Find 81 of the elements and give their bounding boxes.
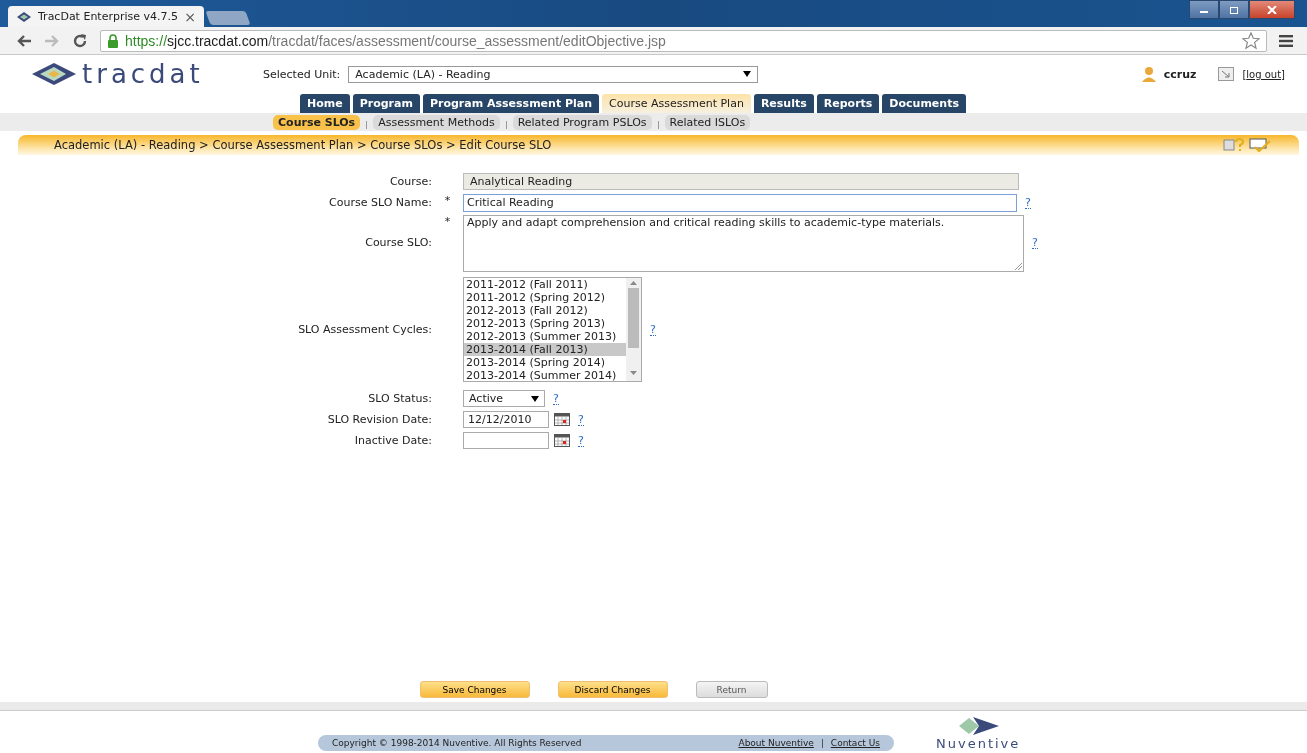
- name-input[interactable]: Critical Reading: [463, 193, 1017, 212]
- tab-title: TracDat Enterprise v4.7.5: [38, 10, 179, 23]
- tracdat-logo-icon: [30, 62, 78, 86]
- help-link[interactable]: ?: [578, 434, 584, 447]
- action-button[interactable]: Save Changes: [419, 681, 530, 698]
- close-icon: [1267, 5, 1277, 14]
- copyright-text: Copyright © 1998-2014 Nuventive. All Rights Reserved: [332, 738, 582, 748]
- list-option[interactable]: 2012-2013 (Fall 2012): [464, 304, 626, 317]
- list-option[interactable]: 2012-2013 (Summer 2013): [464, 330, 626, 343]
- bracket: ]: [1281, 68, 1285, 80]
- list-option[interactable]: 2013-2014 (Summer 2014): [464, 369, 626, 381]
- user-name: ccruz: [1163, 67, 1197, 81]
- maximize-icon: [1229, 5, 1239, 14]
- footer-link[interactable]: Contact Us: [821, 738, 880, 748]
- reload-icon[interactable]: [72, 32, 88, 49]
- logo-text: tracdat: [82, 59, 204, 89]
- tracdat-logo-icon: [16, 10, 32, 23]
- nav-tab[interactable]: Course Assessment Plan: [602, 94, 751, 113]
- field-label: SLO Status:: [367, 392, 432, 405]
- list-option[interactable]: 2011-2012 (Fall 2011): [464, 278, 626, 291]
- logout-icon[interactable]: [1218, 67, 1235, 81]
- sub-tab[interactable]: Assessment Methods: [373, 114, 500, 130]
- slo-textarea[interactable]: Apply and adapt comprehension and critical reading skills to academic-type materials.: [463, 215, 1024, 272]
- maximize-button[interactable]: [1219, 0, 1249, 19]
- calendar-icon[interactable]: [554, 413, 570, 426]
- bookmark-star-icon[interactable]: [1242, 31, 1260, 50]
- help-link[interactable]: ?: [578, 413, 584, 426]
- spellcheck-icon[interactable]: [1249, 138, 1271, 152]
- scrollbar[interactable]: [626, 278, 641, 381]
- list-option[interactable]: 2013-2014 (Fall 2013): [464, 343, 626, 356]
- sub-tab[interactable]: Course SLOs: [273, 114, 361, 130]
- caret-icon: [531, 395, 539, 402]
- field-label: SLO Assessment Cycles:: [297, 323, 432, 336]
- breadcrumb: Academic (LA) - Reading > Course Assessment Plan > Course SLOs > Edit Course SLO: [54, 138, 552, 152]
- list-option[interactable]: 2012-2013 (Spring 2013): [464, 317, 626, 330]
- nav-tab[interactable]: Program: [352, 94, 420, 113]
- required-mark: *: [444, 194, 451, 207]
- course-field: Analytical Reading: [463, 173, 1019, 190]
- list-option[interactable]: 2011-2012 (Spring 2012): [464, 291, 626, 304]
- unit-select[interactable]: Academic (LA) - Reading: [348, 65, 759, 83]
- lock-icon: [107, 33, 119, 48]
- nav-tab[interactable]: Program Assessment Plan: [422, 94, 600, 113]
- date-input[interactable]: 12/12/2010: [463, 411, 549, 428]
- resize-grip-icon: [1015, 263, 1022, 270]
- required-mark: *: [444, 215, 451, 228]
- minimize-button[interactable]: [1189, 0, 1219, 19]
- logo-text: Nuventive: [936, 736, 1021, 751]
- nav-tab[interactable]: Home: [300, 94, 350, 113]
- back-icon[interactable]: [16, 33, 32, 48]
- help-link[interactable]: ?: [650, 323, 656, 336]
- sub-tab[interactable]: Related Program PSLOs: [512, 114, 652, 130]
- action-button[interactable]: Discard Changes: [557, 681, 668, 698]
- action-button[interactable]: Return: [695, 681, 768, 698]
- address-bar[interactable]: https://sjcc.tracdat.com/tracdat/faces/assessment/course_assessment/editObjective.jsp: [100, 29, 1267, 52]
- close-button[interactable]: [1249, 0, 1295, 19]
- selected-unit-label: Selected Unit:: [263, 67, 341, 81]
- cycles-listbox[interactable]: 2011-2012 (Fall 2011) 2011-2012 (Spring 2012) 2012-2013 (Fall 2012) 2012-2013 (Spring 2013) 2012-2013 (Summer 2013) 2013-2014 (Fall 2013) 2013-2014 (Spring 2014) 2013-2014 (Summer 2014): [463, 277, 642, 382]
- field-label: Course SLO Name:: [328, 196, 432, 209]
- help-link[interactable]: ?: [1025, 196, 1031, 209]
- menu-icon[interactable]: [1279, 34, 1293, 47]
- help-link[interactable]: ?: [1032, 236, 1038, 249]
- field-label: Course SLO:: [364, 236, 432, 249]
- list-option[interactable]: 2013-2014 (Spring 2014): [464, 356, 626, 369]
- new-tab-button[interactable]: [205, 11, 251, 25]
- caret-icon: [743, 71, 752, 77]
- nav-tab[interactable]: Results: [753, 94, 814, 113]
- footer-link[interactable]: About Nuventive: [738, 738, 814, 748]
- status-select[interactable]: Active: [463, 390, 545, 407]
- sub-tab[interactable]: Related ISLOs: [664, 114, 751, 130]
- tab-close-button[interactable]: ×: [184, 8, 196, 25]
- field-label: Course:: [388, 175, 432, 188]
- field-label: Inactive Date:: [353, 434, 432, 447]
- help-link[interactable]: ?: [553, 392, 559, 405]
- calendar-icon[interactable]: [554, 434, 570, 447]
- field-label: SLO Revision Date:: [326, 413, 432, 426]
- nav-tab[interactable]: Documents: [882, 94, 966, 113]
- user-icon: [1141, 66, 1156, 82]
- browser-tab[interactable]: TracDat Enterprise v4.7.5 ×: [8, 6, 204, 27]
- bracket: [: [1242, 68, 1247, 80]
- date-input[interactable]: [463, 432, 549, 449]
- nav-tab[interactable]: Reports: [816, 94, 880, 113]
